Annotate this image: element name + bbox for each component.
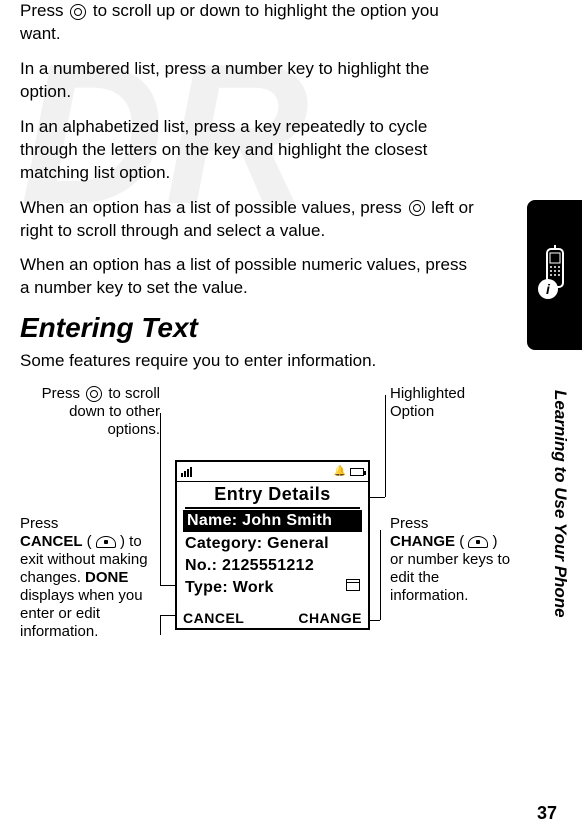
screen-row-category[interactable]: Category: General <box>177 533 368 555</box>
connector-line <box>385 395 386 497</box>
phone-info-icon: i <box>535 245 575 305</box>
ring-icon: 🔔 <box>334 466 346 477</box>
text: Press <box>390 515 428 532</box>
text: Press <box>20 515 58 532</box>
text: ( <box>459 533 464 550</box>
softkey-row: CANCEL CHANGE <box>177 610 368 626</box>
text: displays when you enter or edit informat… <box>20 587 143 640</box>
type-text: Type: Work <box>185 579 274 596</box>
paragraph-values: When an option has a list of possible va… <box>20 197 480 243</box>
screen-row-number[interactable]: No.: 2125551212 <box>177 555 368 577</box>
calendar-icon <box>346 579 360 591</box>
sidebar-chapter-title: Learning to Use Your Phone <box>550 390 570 618</box>
paragraph-numbered: In a numbered list, press a number key t… <box>20 58 480 104</box>
connector-line <box>160 615 161 635</box>
change-label: CHANGE <box>390 533 455 550</box>
nav-key-icon <box>409 200 425 216</box>
paragraph-intro: Some features require you to enter infor… <box>20 350 480 373</box>
callout-scroll-down: Press to scroll down to other options. <box>30 385 160 439</box>
phone-screen: 🔔 Entry Details Name: John Smith Categor… <box>175 460 370 630</box>
softkey-change[interactable]: CHANGE <box>298 610 362 626</box>
paragraph-scroll: Press to scroll up or down to highlight … <box>20 0 480 46</box>
text: Option <box>390 403 434 420</box>
screen-title: Entry Details <box>185 482 360 509</box>
page-number: 37 <box>537 803 557 824</box>
status-bar: 🔔 <box>177 462 368 482</box>
callout-highlighted: Highlighted Option <box>390 385 510 421</box>
text: Highlighted <box>390 385 465 402</box>
softkey-cancel[interactable]: CANCEL <box>183 610 244 626</box>
cancel-label: CANCEL <box>20 533 83 550</box>
page-content: Press to scroll up or down to highlight … <box>0 0 510 765</box>
right-softkey-icon <box>468 536 488 548</box>
section-heading: Entering Text <box>20 312 480 344</box>
done-label: DONE <box>85 569 128 586</box>
paragraph-alpha: In an alphabetized list, press a key rep… <box>20 116 480 185</box>
callout-cancel: Press CANCEL ( ) to exit without making … <box>20 515 165 641</box>
text: Press <box>42 385 85 402</box>
signal-icon <box>181 467 192 477</box>
sidebar-tab: i <box>527 200 582 350</box>
screen-row-name[interactable]: Name: John Smith <box>183 510 362 532</box>
connector-line <box>160 413 161 585</box>
text: When an option has a list of possible va… <box>20 198 407 217</box>
connector-line <box>380 530 381 620</box>
screen-row-type[interactable]: Type: Work <box>177 577 368 599</box>
nav-key-icon <box>70 4 86 20</box>
diagram: Press to scroll down to other options. H… <box>20 385 520 765</box>
nav-key-icon <box>86 386 102 402</box>
paragraph-numeric: When an option has a list of possible nu… <box>20 254 480 300</box>
battery-icon <box>350 468 364 476</box>
left-softkey-icon <box>96 536 116 548</box>
text: Press <box>20 1 68 20</box>
text: ( <box>87 533 92 550</box>
callout-change: Press CHANGE ( ) or number keys to edit … <box>390 515 515 605</box>
